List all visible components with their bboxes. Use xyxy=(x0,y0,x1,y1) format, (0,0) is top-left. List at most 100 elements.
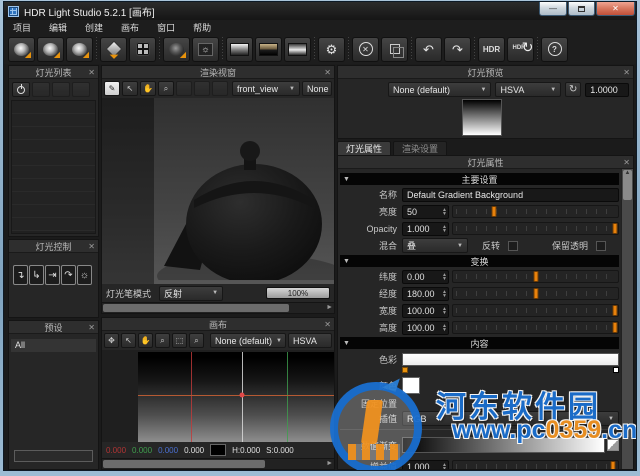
opacity-field[interactable]: 1.000 ▲ ▼ xyxy=(402,221,449,236)
slider-handle[interactable] xyxy=(612,223,618,234)
move-tool-button[interactable]: ✥ xyxy=(104,333,119,348)
properties-vscroll-thumb[interactable]: ▲ xyxy=(623,170,632,200)
light-list-row[interactable] xyxy=(12,192,95,205)
preview-refresh-button[interactable]: ↻ xyxy=(565,82,582,97)
longitude-slider[interactable] xyxy=(452,287,619,300)
menu-create[interactable]: 创建 xyxy=(76,21,112,34)
light-list-row[interactable] xyxy=(12,114,95,127)
slider-handle[interactable] xyxy=(610,461,616,469)
render-hscroll-thumb[interactable] xyxy=(103,304,289,312)
extra-tool-button[interactable] xyxy=(194,81,210,96)
value-ramp[interactable] xyxy=(402,437,605,453)
light-list-row[interactable] xyxy=(12,166,95,179)
section-content[interactable]: ▼ 内容 xyxy=(340,337,619,349)
add-soft-light-button[interactable]: ◢ xyxy=(8,36,35,62)
maximize-button[interactable] xyxy=(568,2,595,16)
zoom-tool-button[interactable]: ⌕ xyxy=(158,81,174,96)
zoom-region-tool-button[interactable]: ⌕ xyxy=(189,333,204,348)
render-hscrollbar[interactable]: ► xyxy=(102,302,334,313)
menu-window[interactable]: 窗口 xyxy=(148,21,184,34)
light-lock-button[interactable] xyxy=(72,82,90,97)
redo-button[interactable]: ↷ xyxy=(444,36,471,62)
control-rig-3-button[interactable]: ⇥ xyxy=(45,265,60,285)
light-list-row[interactable] xyxy=(12,140,95,153)
preserve-alpha-checkbox[interactable] xyxy=(596,240,607,251)
hdr-production-render-button[interactable]: HDR xyxy=(478,36,505,62)
height-slider[interactable] xyxy=(452,321,619,334)
delete-light-button[interactable]: ✕ xyxy=(352,36,379,62)
canvas-pan-tool-button[interactable]: ✋ xyxy=(138,333,153,348)
canvas-hscroll-thumb[interactable] xyxy=(103,460,266,468)
add-horizon-background-button[interactable] xyxy=(284,36,311,62)
light-list[interactable] xyxy=(11,100,96,234)
light-preview-close-icon[interactable]: ✕ xyxy=(623,66,630,79)
render-view-close-icon[interactable]: ✕ xyxy=(324,66,331,79)
ramp-stop-right[interactable] xyxy=(613,367,619,373)
light-power-button[interactable] xyxy=(12,82,30,97)
menu-edit[interactable]: 编辑 xyxy=(40,21,76,34)
spinner-arrows-icon[interactable]: ▲ ▼ xyxy=(442,289,447,298)
menu-canvas[interactable]: 画布 xyxy=(112,21,148,34)
camera-select[interactable]: front_view ▼ xyxy=(232,81,300,96)
help-button[interactable]: ? xyxy=(541,36,568,62)
add-gradient-background-button[interactable] xyxy=(226,36,253,62)
add-sun-light-button[interactable]: ☼ xyxy=(192,36,219,62)
section-transform[interactable]: ▼ 变换 xyxy=(340,255,619,267)
preview-colorspace-select[interactable]: HSVA ▼ xyxy=(495,82,562,97)
title-bar[interactable]: HDR Light Studio 5.2.1 [画布] — ✕ xyxy=(4,2,636,20)
light-control-close-icon[interactable]: ✕ xyxy=(88,240,95,253)
light-list-row[interactable] xyxy=(12,101,95,114)
add-dark-light-button[interactable]: ◢ xyxy=(163,36,190,62)
control-rig-5-button[interactable]: ☼ xyxy=(77,265,92,285)
menu-help[interactable]: 帮助 xyxy=(184,21,220,34)
longitude-field[interactable]: 180.00 ▲ ▼ xyxy=(402,286,449,301)
preset-item-all[interactable]: All xyxy=(11,339,96,352)
light-list-row[interactable] xyxy=(12,127,95,140)
properties-vscrollbar[interactable]: ▲ xyxy=(621,169,633,469)
ramp-options-button[interactable] xyxy=(607,439,619,451)
interpolation-select[interactable]: RGB ▼ xyxy=(402,411,619,426)
canvas-select-tool-button[interactable]: ↖ xyxy=(121,333,136,348)
canvas-hscrollbar[interactable]: ► xyxy=(102,458,334,469)
close-button[interactable]: ✕ xyxy=(596,2,635,16)
light-list-row[interactable] xyxy=(12,205,95,218)
slider-handle[interactable] xyxy=(612,305,618,316)
gain-slider[interactable] xyxy=(452,460,619,469)
settings-button[interactable]: ⚙ xyxy=(318,36,345,62)
section-main-settings[interactable]: ▼ 主要设置 xyxy=(340,173,619,185)
minimize-button[interactable]: — xyxy=(539,2,567,16)
tab-render-settings[interactable]: 渲染设置 xyxy=(393,141,448,155)
color-ramp[interactable] xyxy=(402,353,619,373)
control-rig-4-button[interactable]: ↷ xyxy=(61,265,76,285)
canvas-colorspace-select[interactable]: HSVA xyxy=(288,333,332,348)
render-light-select[interactable]: None (default xyxy=(302,81,332,96)
gain-field[interactable]: 1.000 ▲ ▼ xyxy=(402,459,449,469)
light-properties-close-icon[interactable]: ✕ xyxy=(623,156,630,169)
preview-exposure-field[interactable]: 1.0000 xyxy=(585,82,629,97)
latitude-field[interactable]: 0.00 ▲ ▼ xyxy=(402,269,449,284)
canvas-area[interactable] xyxy=(102,350,334,442)
extra-tool-button[interactable] xyxy=(176,81,192,96)
spinner-arrows-icon[interactable]: ▲ ▼ xyxy=(442,272,447,281)
width-slider[interactable] xyxy=(452,304,619,317)
canvas-preset-select[interactable]: None (default) ▼ xyxy=(210,333,286,348)
preset-search-input[interactable] xyxy=(14,450,93,462)
brightness-slider[interactable] xyxy=(452,205,619,218)
slider-handle[interactable] xyxy=(533,271,538,282)
ramp-stop-left[interactable] xyxy=(402,367,408,373)
slider-handle[interactable] xyxy=(533,288,538,299)
canvas-image[interactable] xyxy=(138,352,334,442)
brightness-field[interactable]: 50 ▲ ▼ xyxy=(402,204,449,219)
slider-handle[interactable] xyxy=(491,206,497,217)
canvas-close-icon[interactable]: ✕ xyxy=(324,318,331,331)
tab-light-properties[interactable]: 灯光属性 xyxy=(337,141,392,155)
render-viewport[interactable] xyxy=(102,98,334,284)
canvas-zoom-tool-button[interactable]: ⌕ xyxy=(155,333,170,348)
width-field[interactable]: 100.00 ▲ ▼ xyxy=(402,303,449,318)
spinner-arrows-icon[interactable]: ▲ ▼ xyxy=(442,462,447,469)
light-list-row[interactable] xyxy=(12,218,95,231)
light-list-row[interactable] xyxy=(12,179,95,192)
spinner-arrows-icon[interactable]: ▲ ▼ xyxy=(442,224,447,233)
control-rig-1-button[interactable]: ↴ xyxy=(13,265,28,285)
marquee-tool-button[interactable]: ⬚ xyxy=(172,333,187,348)
